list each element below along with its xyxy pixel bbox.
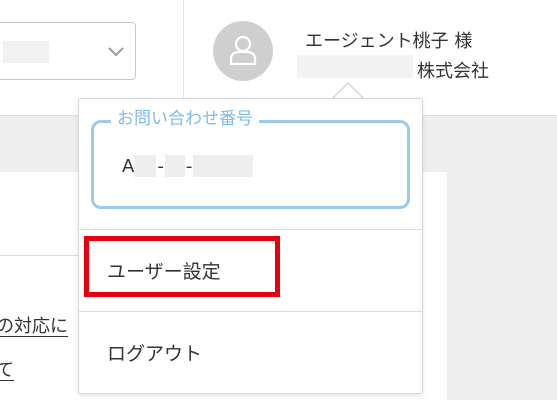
menu-item-label: ユーザー設定 <box>107 261 221 283</box>
company-suffix: 株式会社 <box>417 61 489 82</box>
inquiry-separator: - <box>157 155 164 177</box>
dropdown-caret-fill <box>333 84 363 99</box>
menu-item-label: ログアウト <box>107 343 203 365</box>
user-name: エージェント桃子 様 <box>305 31 473 52</box>
menu-divider <box>79 311 422 312</box>
menu-divider <box>79 229 422 230</box>
menu-item-logout[interactable]: ログアウト <box>79 328 422 378</box>
avatar[interactable] <box>213 21 273 81</box>
background-link-2[interactable]: て <box>0 356 14 382</box>
user-icon <box>229 35 257 65</box>
company-name-masked <box>297 55 413 78</box>
page: エージェント桃子 様 株式会社 の対応に て A - - お問い合わせ番号 ユー… <box>0 0 557 400</box>
inquiry-segment-masked <box>164 155 185 177</box>
inquiry-number: A - - <box>122 153 254 179</box>
account-select[interactable] <box>0 22 136 80</box>
user-dropdown-menu: A - - お問い合わせ番号 ユーザー設定 ログアウト <box>78 98 423 394</box>
inquiry-number-label: お問い合わせ番号 <box>111 104 259 129</box>
inquiry-separator: - <box>185 155 193 177</box>
chevron-down-icon <box>108 47 124 57</box>
inquiry-segment-masked <box>193 155 254 177</box>
background-link-1[interactable]: の対応に <box>0 312 68 338</box>
menu-item-user-settings[interactable]: ユーザー設定 <box>79 246 422 296</box>
select-value-masked <box>3 41 49 63</box>
inquiry-segment-masked <box>134 155 157 177</box>
inquiry-number-box: A - - <box>91 120 410 209</box>
inquiry-prefix: A <box>122 155 135 177</box>
